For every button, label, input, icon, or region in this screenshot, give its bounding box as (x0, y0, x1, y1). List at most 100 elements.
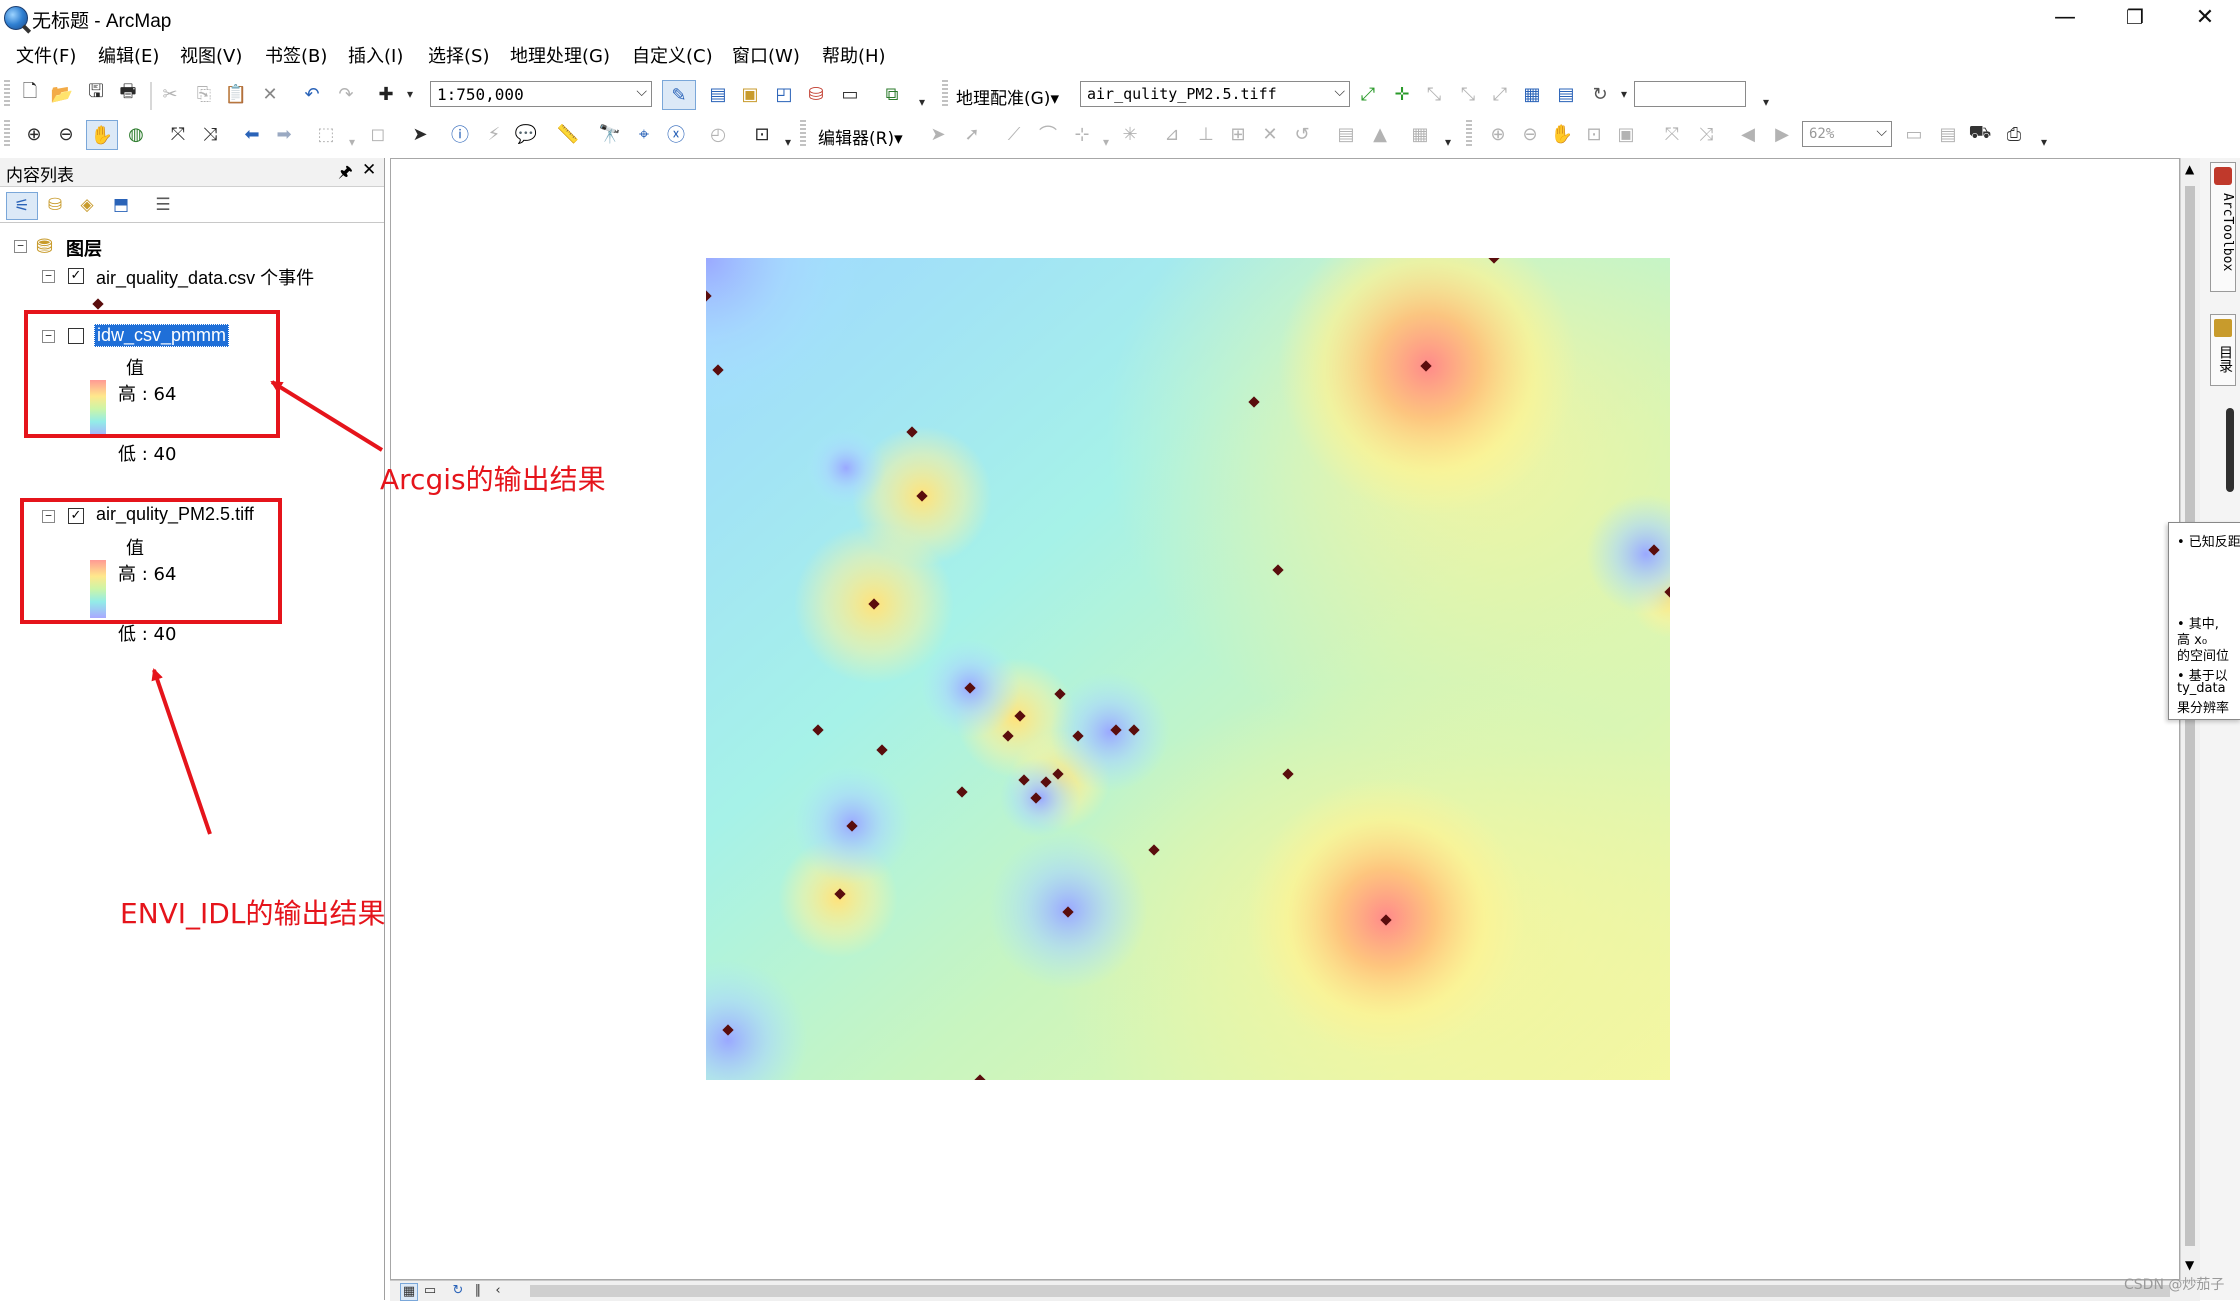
editor-toolbar-icon[interactable]: ✎ (662, 80, 696, 110)
collapse-layer-icon[interactable]: − (42, 270, 55, 283)
measure-icon[interactable]: 📏 (556, 122, 580, 146)
list-by-visibility-icon[interactable]: ◈ (72, 192, 102, 218)
straight-segment-icon[interactable]: ⟋ (1002, 122, 1026, 146)
go-to-xy-icon[interactable]: ⓧ (664, 122, 688, 146)
fixed-zoom-out-icon[interactable]: ⤨ (198, 122, 222, 146)
arctoolbox-tab[interactable]: ArcToolbox (2210, 162, 2236, 292)
layers-root-label[interactable]: 图层 (66, 235, 102, 261)
table-of-contents-icon[interactable]: ▤ (706, 82, 730, 106)
menu-window[interactable]: 窗口(W) (732, 42, 800, 68)
toolbar-grip[interactable] (1466, 120, 1472, 148)
edit-annotation-icon[interactable]: ➚ (960, 122, 984, 146)
pause-drawing-icon[interactable]: ∥ (470, 1283, 486, 1299)
layer-visibility-checkbox[interactable]: ✓ (68, 268, 84, 284)
georeference-layer-select[interactable]: air_qulity_PM2.5.tiff ⌵ (1080, 81, 1350, 107)
close-button[interactable]: ✕ (2170, 0, 2240, 34)
layout-view-icon[interactable]: ▭ (422, 1283, 438, 1299)
toolbar-options-icon[interactable]: ▾ (1436, 130, 1460, 154)
toolbar-options-icon[interactable]: ▾ (1754, 90, 1778, 114)
toolbar-grip[interactable] (4, 80, 10, 108)
layout-pan-icon[interactable]: ✋ (1550, 122, 1574, 146)
cut-polygons-icon[interactable]: ⊞ (1226, 122, 1250, 146)
shift-icon[interactable]: ⤡ (1456, 82, 1480, 106)
pin-icon[interactable]: 🖈 (338, 161, 353, 188)
menu-view[interactable]: 视图(V) (180, 42, 242, 68)
rotate-icon[interactable]: ⤡ (1422, 82, 1446, 106)
zoom-in-icon[interactable]: ⊕ (22, 122, 46, 146)
menu-edit[interactable]: 编辑(E) (98, 42, 159, 68)
sketch-properties-icon[interactable]: ▲ (1368, 122, 1392, 146)
layout-zoom-in-icon[interactable]: ⊕ (1486, 122, 1510, 146)
rotate-map-icon[interactable]: ↻ (1588, 82, 1612, 106)
create-features-icon[interactable]: ▦ (1408, 122, 1432, 146)
rotation-angle-input[interactable] (1634, 81, 1746, 107)
menu-help[interactable]: 帮助(H) (822, 42, 886, 68)
data-driven-pages-icon[interactable]: ⎙ (2002, 122, 2026, 146)
point-icon[interactable]: ✳ (1118, 122, 1142, 146)
toolbar-grip[interactable] (4, 120, 10, 148)
catalog-window-icon[interactable]: ▣ (738, 82, 762, 106)
endpoint-arc-icon[interactable]: ⌒ (1036, 122, 1060, 146)
minimize-button[interactable]: — (2030, 0, 2100, 34)
scroll-left-icon[interactable]: ‹ (490, 1283, 506, 1299)
data-view-icon[interactable]: ▦ (400, 1283, 418, 1301)
toc-close-icon[interactable]: ✕ (362, 160, 376, 180)
time-slider-icon[interactable]: ◴ (706, 122, 730, 146)
zoom-100-icon[interactable]: ▣ (1614, 122, 1638, 146)
toolbar-grip[interactable] (942, 80, 948, 108)
python-window-icon[interactable]: ▭ (838, 82, 862, 106)
attributes-icon[interactable]: ▤ (1334, 122, 1358, 146)
full-extent-icon[interactable]: ◍ (124, 122, 148, 146)
menu-insert[interactable]: 插入(I) (348, 42, 403, 68)
menu-customize[interactable]: 自定义(C) (632, 42, 713, 68)
find-icon[interactable]: 🔭 (598, 122, 622, 146)
refresh-icon[interactable]: ↻ (450, 1283, 466, 1299)
options-icon[interactable]: ☰ (148, 192, 178, 218)
menu-geoprocessing[interactable]: 地理处理(G) (510, 42, 610, 68)
list-by-selection-icon[interactable]: ⬒ (106, 192, 136, 218)
search-window-icon[interactable]: ◰ (772, 82, 796, 106)
zoom-out-icon[interactable]: ⊖ (54, 122, 78, 146)
toolbar-options-icon[interactable]: ▾ (2032, 130, 2056, 154)
previous-extent-layout-icon[interactable]: ◀ (1736, 122, 1760, 146)
link-table-icon[interactable]: ▦ (1520, 82, 1544, 106)
fixed-zoom-out-layout-icon[interactable]: ⤨ (1694, 122, 1718, 146)
layout-zoom-out-icon[interactable]: ⊖ (1518, 122, 1542, 146)
fixed-zoom-in-layout-icon[interactable]: ⤧ (1660, 122, 1684, 146)
open-folder-icon[interactable]: 📂 (50, 82, 74, 106)
redo-icon[interactable]: ↷ (334, 82, 358, 106)
focus-data-frame-icon[interactable]: ▤ (1936, 122, 1960, 146)
edit-tool-icon[interactable]: ➤ (926, 122, 950, 146)
copy-icon[interactable]: ⎘ (192, 82, 216, 106)
paste-icon[interactable]: 📋 (224, 82, 248, 106)
edit-vertices-icon[interactable]: ⊿ (1160, 122, 1184, 146)
map-scale-combo[interactable]: 1:750,000 ⌵ (430, 81, 652, 107)
model-builder-icon[interactable]: ⧉ (880, 82, 904, 106)
auto-registration-icon[interactable]: ✛ (1390, 82, 1414, 106)
menu-bookmarks[interactable]: 书签(B) (265, 42, 327, 68)
split-icon[interactable]: ✕ (1258, 122, 1282, 146)
toolbar-grip[interactable] (800, 120, 806, 148)
hyperlink-icon[interactable]: ⚡ (482, 122, 506, 146)
menu-file[interactable]: 文件(F) (16, 42, 76, 68)
add-data-dropdown-icon[interactable]: ▾ (398, 82, 422, 106)
pan-icon[interactable]: ✋ (86, 120, 118, 150)
viewer-icon[interactable]: ▤ (1554, 82, 1578, 106)
select-dropdown-icon[interactable]: ▾ (340, 130, 364, 154)
trace-icon[interactable]: ⊹ (1070, 122, 1094, 146)
change-layout-icon[interactable]: ⛟ (1968, 122, 1992, 146)
cut-icon[interactable]: ✂ (158, 82, 182, 106)
catalog-tab[interactable]: 目录 (2210, 314, 2236, 386)
find-route-icon[interactable]: ⌖ (632, 122, 656, 146)
add-data-icon[interactable]: ✚ (374, 82, 398, 106)
select-elements-icon[interactable]: ➤ (408, 122, 432, 146)
menu-selection[interactable]: 选择(S) (428, 42, 489, 68)
georeferencing-menu[interactable]: 地理配准(G)▾ (956, 84, 1059, 109)
list-by-source-icon[interactable]: ⛁ (40, 192, 70, 218)
scale-icon[interactable]: ⤢ (1488, 82, 1512, 106)
add-control-points-icon[interactable]: ⤢ (1356, 82, 1380, 106)
undo-icon[interactable]: ↶ (300, 82, 324, 106)
print-icon[interactable]: 🖶 (116, 81, 140, 106)
collapse-layers-icon[interactable]: − (14, 240, 27, 253)
html-popup-icon[interactable]: 💬 (514, 122, 538, 146)
